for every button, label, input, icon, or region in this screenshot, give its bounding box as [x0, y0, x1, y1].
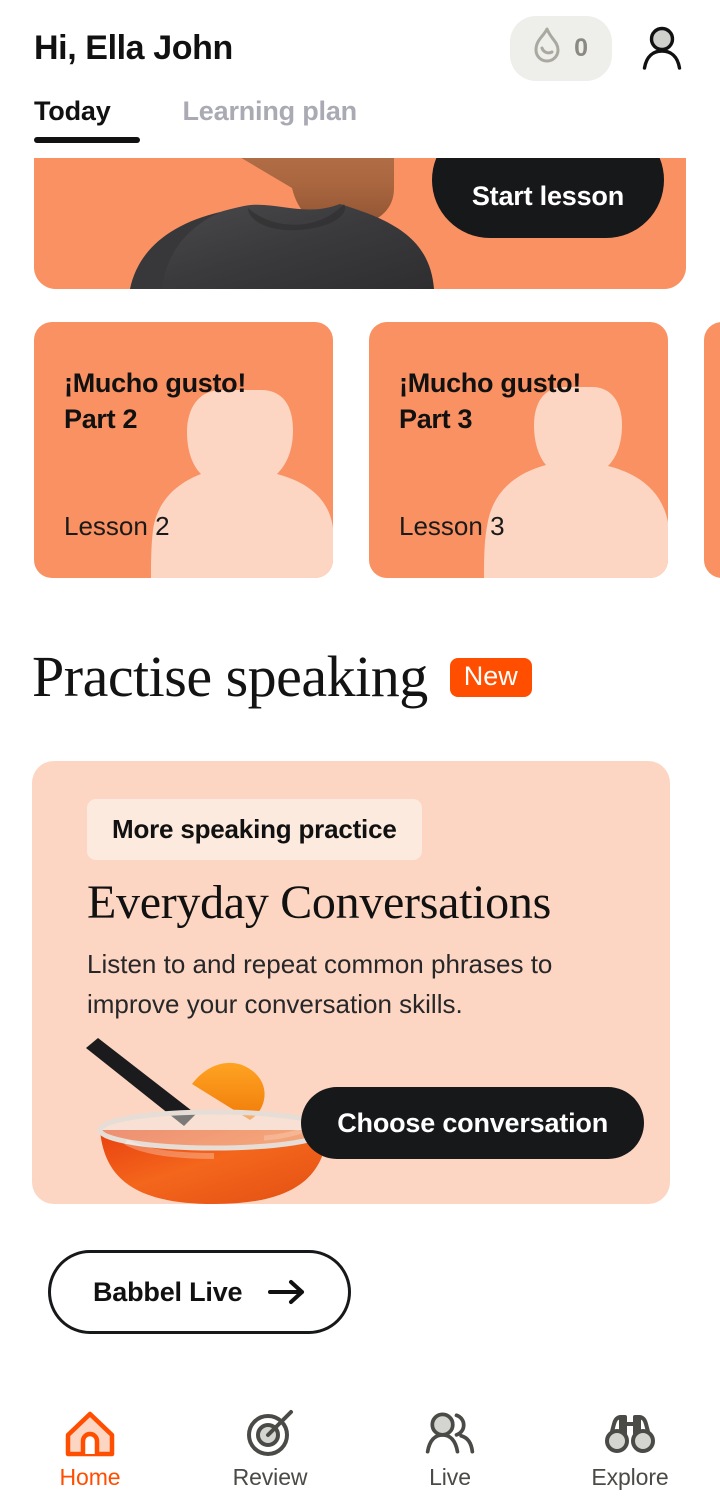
lesson-subtitle: Lesson 3	[399, 511, 505, 541]
tab-bar: Today Learning plan	[0, 96, 720, 158]
page-title: Hi, Ella John	[34, 28, 233, 67]
card-description: Listen to and repeat common phrases to i…	[87, 949, 553, 1020]
binoculars-icon	[603, 1408, 657, 1458]
header: Hi, Ella John 0	[0, 0, 720, 96]
person-icon	[642, 26, 682, 70]
lesson-subtitle: Lesson 2	[64, 511, 170, 541]
hero-lesson-card[interactable]: Start lesson	[34, 158, 686, 289]
lesson-card[interactable]: ¡Mucho gusto! Part 3 Lesson 3	[369, 322, 668, 578]
nav-item-explore[interactable]: Explore	[540, 1391, 720, 1507]
new-badge: New	[449, 657, 532, 697]
practise-speaking-heading: Practise speaking New	[32, 648, 692, 706]
arrow-right-icon	[268, 1280, 305, 1304]
nav-item-review[interactable]: Review	[180, 1391, 360, 1507]
nav-label-explore: Explore	[591, 1463, 669, 1490]
nav-label-review: Review	[232, 1463, 308, 1490]
lesson-title: ¡Mucho gusto! Part 3	[399, 368, 582, 434]
speaking-practice-card[interactable]: More speaking practice Everyday Conversa…	[32, 761, 670, 1204]
choose-conversation-button[interactable]: Choose conversation	[301, 1087, 644, 1159]
lesson-card-carousel[interactable]: ¡Mucho gusto! Part 2 Lesson 2 ¡Mucho gus…	[0, 322, 720, 578]
tab-today[interactable]: Today	[34, 96, 140, 143]
babbel-live-button[interactable]: Babbel Live	[48, 1250, 352, 1334]
lesson-card[interactable]	[704, 322, 720, 578]
streak-count: 0	[574, 33, 588, 62]
nav-label-home: Home	[59, 1463, 121, 1490]
nav-item-live[interactable]: Live	[360, 1391, 540, 1507]
nav-item-home[interactable]: Home	[0, 1391, 180, 1507]
people-icon	[423, 1408, 477, 1458]
avatar[interactable]	[638, 24, 686, 72]
start-lesson-button[interactable]: Start lesson	[431, 158, 664, 238]
lesson-title: ¡Mucho gusto! Part 2	[64, 368, 247, 434]
tab-learning-plan[interactable]: Learning plan	[183, 96, 358, 143]
bottom-navigation: Home Review Live Explore	[0, 1390, 720, 1507]
section-title: Practise speaking	[32, 644, 428, 709]
babbel-live-label: Babbel Live	[93, 1276, 243, 1307]
app-screen: Hi, Ella John 0 Today Learning plan Star…	[0, 0, 720, 1507]
card-title: Everyday Conversations	[87, 876, 551, 929]
streak-badge[interactable]: 0	[510, 15, 612, 81]
flame-icon	[530, 27, 564, 70]
card-chip-label: More speaking practice	[87, 799, 422, 860]
home-icon	[63, 1408, 117, 1458]
lesson-card[interactable]: ¡Mucho gusto! Part 2 Lesson 2	[34, 322, 333, 578]
target-icon	[243, 1408, 297, 1458]
nav-label-live: Live	[429, 1463, 471, 1490]
